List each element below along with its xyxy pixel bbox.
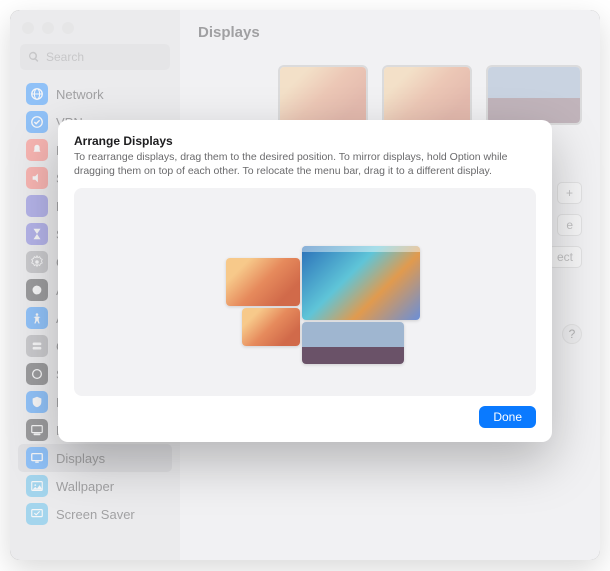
search-icon	[28, 51, 40, 63]
arrange-display-4[interactable]	[302, 322, 404, 364]
minimize-window-dot[interactable]	[42, 22, 54, 34]
sidebar-item-wallpaper[interactable]: Wallpaper	[18, 472, 172, 500]
modal-footer: Done	[74, 396, 536, 428]
arrange-displays-modal: Arrange Displays To rearrange displays, …	[58, 120, 552, 442]
arrange-display-2[interactable]	[302, 246, 420, 320]
help-button[interactable]: ?	[562, 324, 582, 344]
menu-bar-indicator[interactable]	[302, 246, 420, 252]
search-placeholder: Search	[46, 50, 84, 64]
hourglass-icon	[26, 223, 48, 245]
bell-icon	[26, 139, 48, 161]
done-button[interactable]: Done	[479, 406, 536, 428]
plus-button[interactable]: +	[557, 182, 582, 204]
sidebar-item-displays[interactable]: Displays	[18, 444, 172, 472]
moon-icon	[26, 195, 48, 217]
content-controls: + e ect ?	[548, 182, 582, 344]
sound-icon	[26, 167, 48, 189]
modal-body: To rearrange displays, drag them to the …	[74, 150, 536, 178]
window-traffic-lights	[10, 10, 180, 44]
siri-icon	[26, 363, 48, 385]
gear-icon	[26, 251, 48, 273]
sidebar-item-label: Wallpaper	[56, 479, 114, 494]
arrange-canvas[interactable]	[74, 188, 536, 396]
search-input[interactable]: Search	[20, 44, 170, 70]
display-thumb-monitor[interactable]	[486, 65, 582, 125]
dropdown-fragment-e[interactable]: e	[557, 214, 582, 236]
screensaver-icon	[26, 503, 48, 525]
modal-title: Arrange Displays	[74, 134, 536, 148]
vpn-icon	[26, 111, 48, 133]
wallpaper-icon	[26, 475, 48, 497]
appearance-icon	[26, 279, 48, 301]
control-icon	[26, 335, 48, 357]
display-thumbnails	[278, 65, 582, 127]
dock-icon	[26, 419, 48, 441]
connect-fragment[interactable]: ect	[548, 246, 582, 268]
sidebar-item-label: Screen Saver	[56, 507, 135, 522]
displays-icon	[26, 447, 48, 469]
arrange-display-1[interactable]	[226, 258, 300, 306]
sidebar-item-network[interactable]: Network	[18, 80, 172, 108]
display-thumb-laptop-2[interactable]	[382, 65, 472, 127]
sidebar-item-label: Network	[56, 87, 104, 102]
accessibility-icon	[26, 307, 48, 329]
sidebar-item-label: Displays	[56, 451, 105, 466]
page-title: Displays	[198, 24, 582, 41]
maximize-window-dot[interactable]	[62, 22, 74, 34]
display-thumb-laptop[interactable]	[278, 65, 368, 127]
close-window-dot[interactable]	[22, 22, 34, 34]
arrange-display-3[interactable]	[242, 308, 300, 346]
privacy-icon	[26, 391, 48, 413]
sidebar-item-screen-saver[interactable]: Screen Saver	[18, 500, 172, 528]
globe-icon	[26, 83, 48, 105]
